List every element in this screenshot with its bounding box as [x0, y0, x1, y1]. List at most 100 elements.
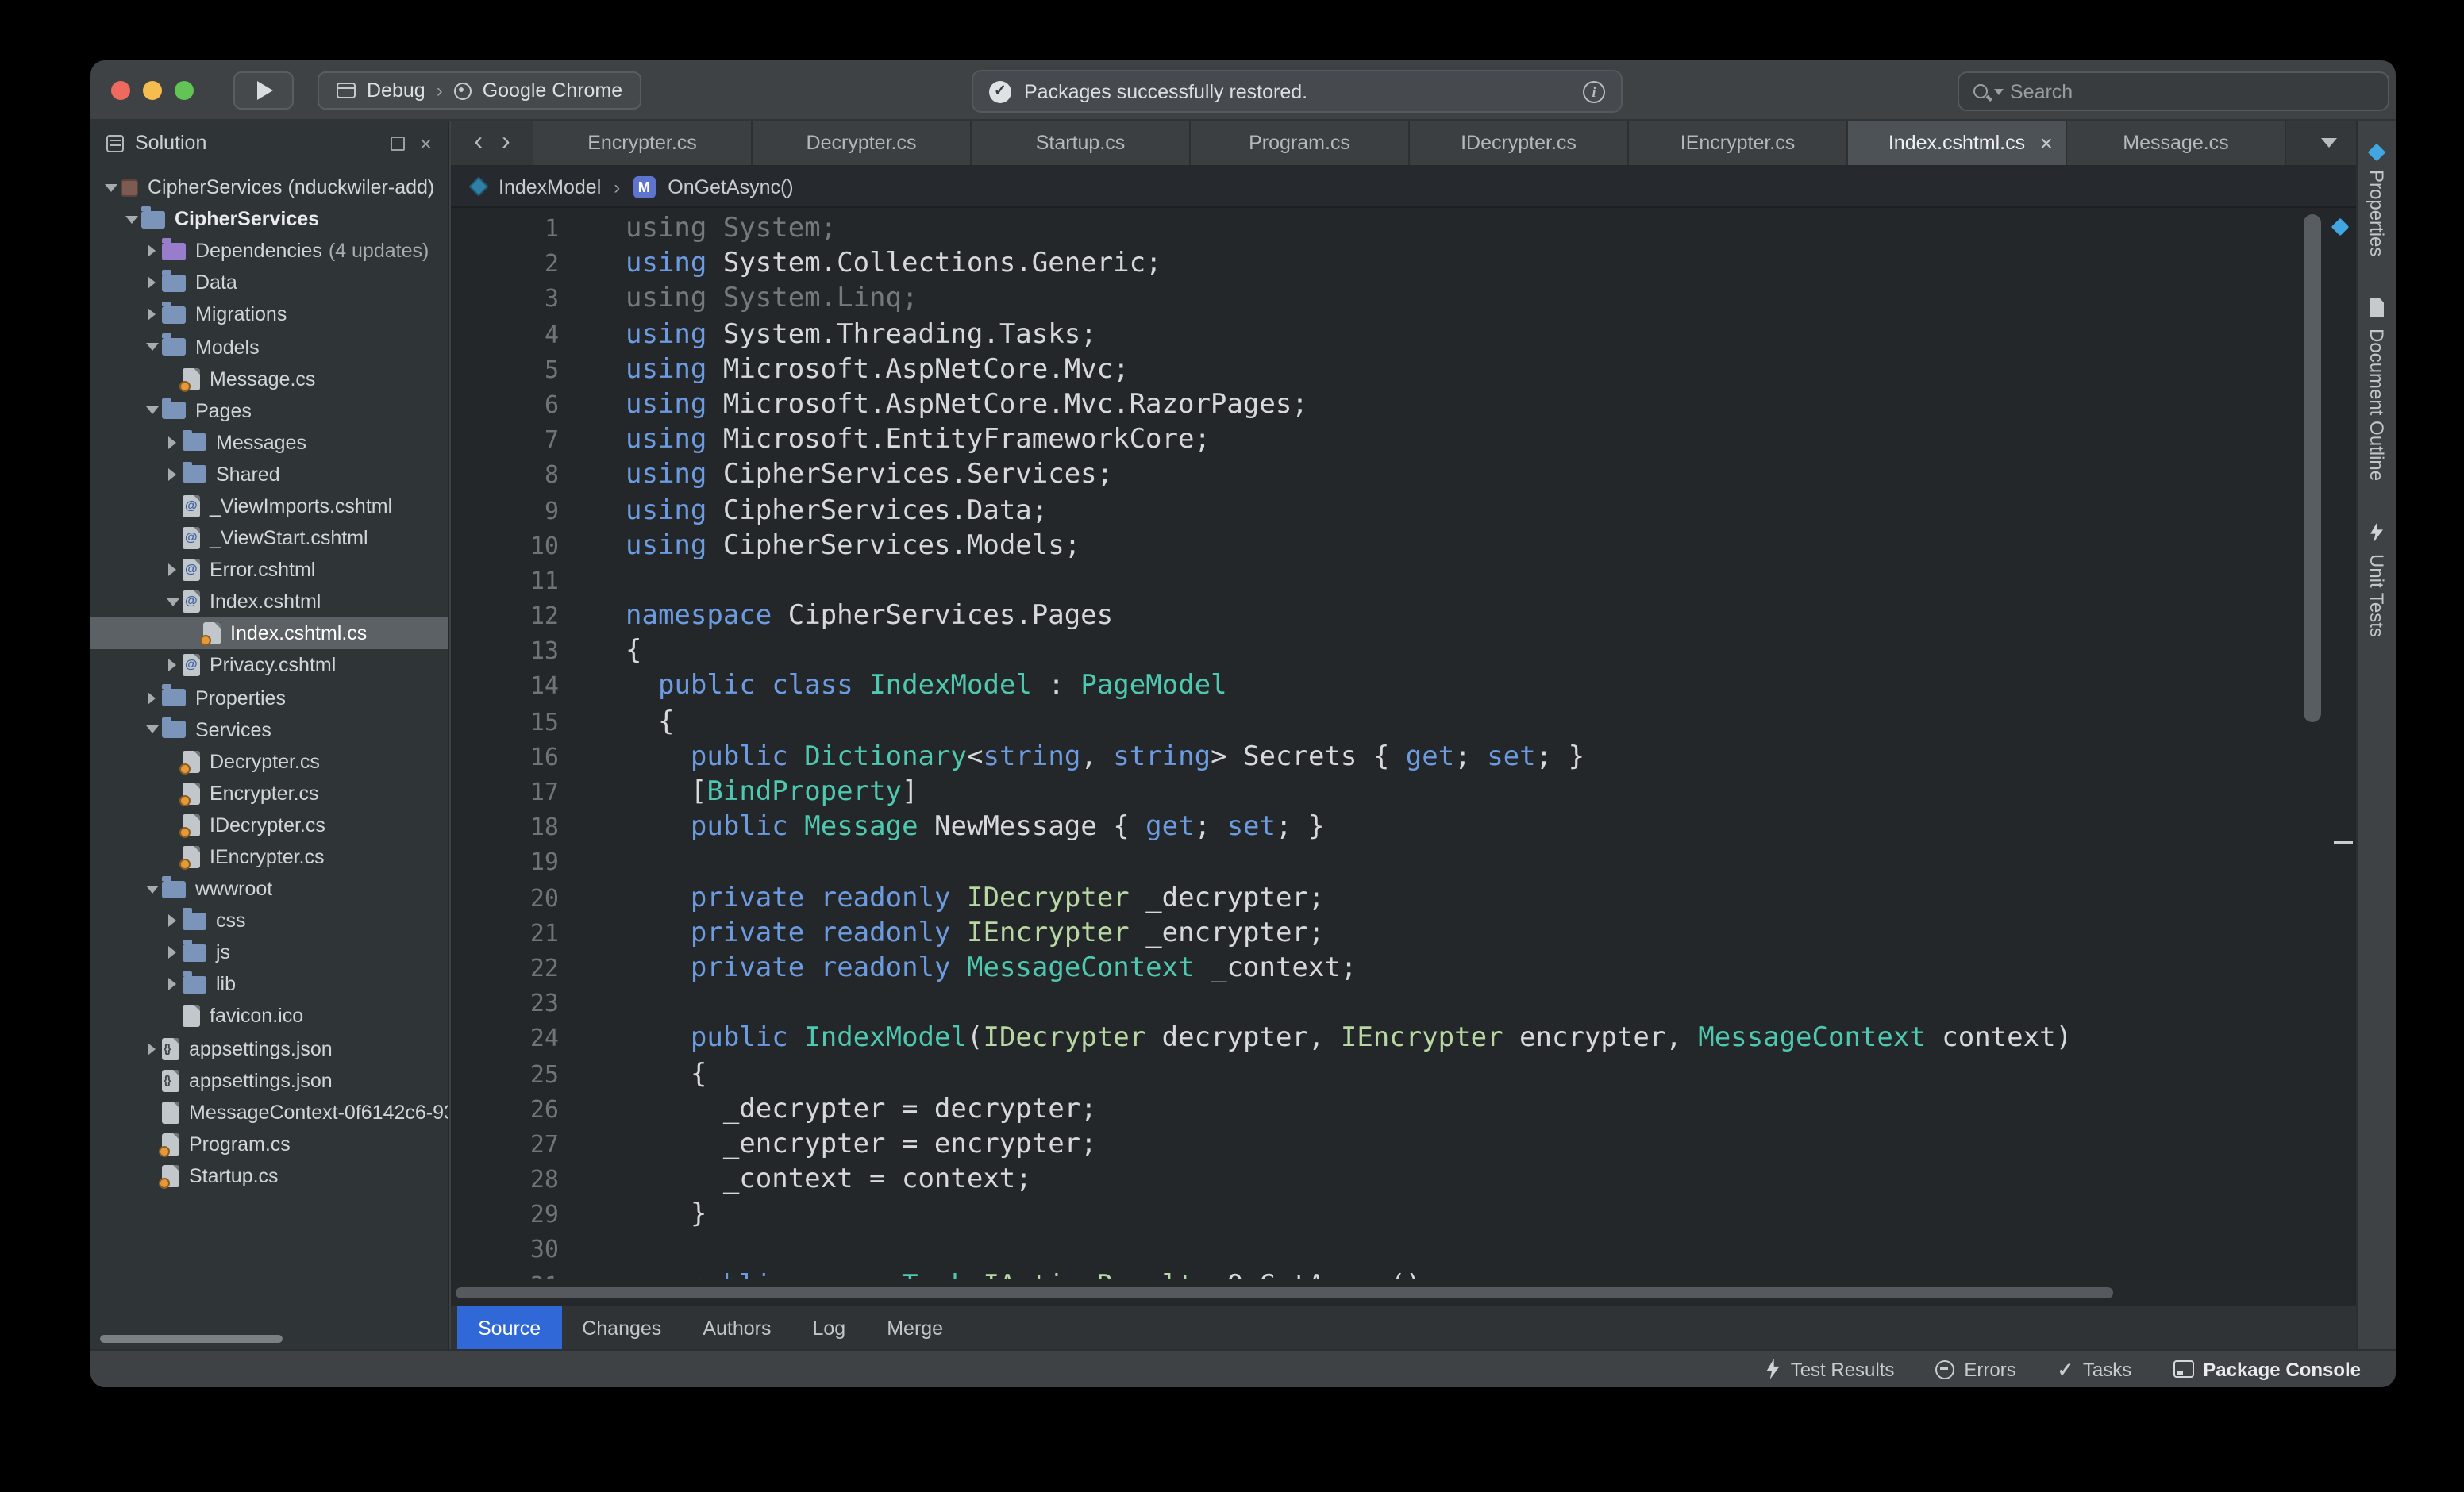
- tree-item-appsettings-json[interactable]: appsettings.json: [90, 1064, 448, 1096]
- chevron-right-icon[interactable]: [162, 468, 183, 481]
- cs-icon: [183, 783, 200, 805]
- tree-item-privacy-cshtml[interactable]: Privacy.cshtml: [90, 650, 448, 682]
- bottom-tab-changes[interactable]: Changes: [561, 1306, 682, 1349]
- chevron-down-icon[interactable]: [141, 406, 162, 414]
- rail-item-unit-tests[interactable]: Unit Tests: [2366, 522, 2388, 637]
- tree-item-lib[interactable]: lib: [90, 969, 448, 1001]
- tab-startup-cs[interactable]: Startup.cs: [972, 121, 1191, 165]
- tree-item-startup-cs[interactable]: Startup.cs: [90, 1160, 448, 1192]
- forward-button[interactable]: ›: [502, 130, 510, 156]
- tree-item-services[interactable]: Services: [90, 713, 448, 745]
- tab-label: Decrypter.cs: [807, 132, 917, 154]
- tree-item-css[interactable]: css: [90, 905, 448, 936]
- vertical-scrollbar[interactable]: [2304, 214, 2321, 722]
- statusbar-errors[interactable]: Errors: [1935, 1358, 2015, 1380]
- run-configuration-selector[interactable]: Debug › Google Chrome: [318, 71, 641, 110]
- tree-item-error-cshtml[interactable]: Error.cshtml: [90, 554, 448, 586]
- tree-item-index-cshtml[interactable]: Index.cshtml: [90, 586, 448, 617]
- close-pad-icon[interactable]: ×: [420, 133, 432, 153]
- chevron-right-icon[interactable]: [141, 1042, 162, 1055]
- chevron-down-icon[interactable]: [141, 885, 162, 893]
- close-icon[interactable]: ×: [2040, 132, 2053, 154]
- chevron-right-icon[interactable]: [162, 979, 183, 991]
- tree-item-cipherservices-nduckwiler-add[interactable]: CipherServices (nduckwiler-add): [90, 171, 448, 203]
- bottom-tab-authors[interactable]: Authors: [682, 1306, 791, 1349]
- statusbar-tasks[interactable]: ✓Tasks: [2058, 1358, 2132, 1380]
- tree-item-label: Encrypter.cs: [210, 783, 319, 805]
- close-window-button[interactable]: [111, 81, 130, 100]
- tree-item-cipherservices[interactable]: CipherServices: [90, 203, 448, 235]
- rail-item-document-outline[interactable]: Document Outline: [2366, 298, 2388, 480]
- bottom-tab-log[interactable]: Log: [792, 1306, 867, 1349]
- chevron-down-icon[interactable]: [141, 725, 162, 733]
- tree-item-messagecontext-0f6142c6-939d[interactable]: MessageContext-0f6142c6-939d-: [90, 1096, 448, 1128]
- code-line: public IndexModel(IDecrypter decrypter, …: [626, 1021, 2356, 1056]
- tab-program-cs[interactable]: Program.cs: [1191, 121, 1410, 165]
- tab-decrypter-cs[interactable]: Decrypter.cs: [753, 121, 972, 165]
- tab-overflow-button[interactable]: [2302, 121, 2356, 165]
- statusbar-package-console[interactable]: Package Console: [2173, 1358, 2361, 1380]
- code-editor[interactable]: 1234567891011121314151617181920212223242…: [451, 208, 2356, 1279]
- tab-message-cs[interactable]: Message.cs: [2067, 121, 2286, 165]
- run-button[interactable]: [233, 71, 294, 110]
- tree-item-favicon-ico[interactable]: favicon.ico: [90, 1001, 448, 1032]
- tree-item-models[interactable]: Models: [90, 331, 448, 363]
- back-button[interactable]: ‹: [474, 130, 483, 156]
- tree-item-data[interactable]: Data: [90, 267, 448, 299]
- tree-item-messages[interactable]: Messages: [90, 427, 448, 459]
- tree-item-encrypter-cs[interactable]: Encrypter.cs: [90, 778, 448, 809]
- horizontal-scrollbar[interactable]: [456, 1287, 2113, 1298]
- chevron-right-icon[interactable]: [141, 244, 162, 257]
- chevron-right-icon[interactable]: [162, 563, 183, 576]
- solution-pad-title: Solution: [135, 132, 206, 154]
- tree-item-decrypter-cs[interactable]: Decrypter.cs: [90, 745, 448, 777]
- chevron-right-icon[interactable]: [162, 436, 183, 449]
- tree-item-dependencies[interactable]: Dependencies(4 updates): [90, 235, 448, 267]
- tree-item-appsettings-json[interactable]: appsettings.json: [90, 1032, 448, 1064]
- tree-item-properties[interactable]: Properties: [90, 682, 448, 713]
- chevron-down-icon[interactable]: [162, 598, 183, 606]
- tab-encrypter-cs[interactable]: Encrypter.cs: [533, 121, 753, 165]
- tree-item-idecrypter-cs[interactable]: IDecrypter.cs: [90, 809, 448, 841]
- breadcrumb-member[interactable]: OnGetAsync(): [668, 175, 793, 198]
- chevron-right-icon[interactable]: [141, 309, 162, 321]
- chevron-down-icon[interactable]: [100, 183, 121, 191]
- chevron-down-icon[interactable]: [141, 343, 162, 351]
- chevron-right-icon[interactable]: [141, 277, 162, 290]
- tree-item-viewimports-cshtml[interactable]: _ViewImports.cshtml: [90, 490, 448, 522]
- rail-item-properties[interactable]: Properties: [2366, 146, 2388, 256]
- bottom-tab-merge[interactable]: Merge: [866, 1306, 964, 1349]
- chevron-right-icon[interactable]: [162, 947, 183, 959]
- code-line: using CipherServices.Services;: [626, 458, 2356, 493]
- chevron-right-icon[interactable]: [162, 659, 183, 672]
- tree-item-migrations[interactable]: Migrations: [90, 299, 448, 331]
- tree-item-wwwroot[interactable]: wwwroot: [90, 873, 448, 905]
- dock-pad-icon[interactable]: [391, 136, 406, 150]
- tree-item-shared[interactable]: Shared: [90, 459, 448, 490]
- search-input[interactable]: [2010, 80, 2374, 102]
- tree-item-program-cs[interactable]: Program.cs: [90, 1129, 448, 1160]
- chevron-down-icon[interactable]: [121, 215, 141, 223]
- sidebar-horizontal-scrollbar[interactable]: [100, 1335, 283, 1343]
- tab-index-cshtml-cs[interactable]: Index.cshtml.cs×: [1848, 121, 2067, 165]
- code-line: [626, 986, 2356, 1021]
- chevron-right-icon[interactable]: [141, 691, 162, 704]
- minimize-window-button[interactable]: [143, 81, 162, 100]
- tab-iencrypter-cs[interactable]: IEncrypter.cs: [1629, 121, 1848, 165]
- search-scope-caret-icon[interactable]: [1994, 88, 2004, 94]
- zoom-window-button[interactable]: [175, 81, 194, 100]
- tree-item-js[interactable]: js: [90, 937, 448, 969]
- bottom-tab-source[interactable]: Source: [457, 1306, 561, 1349]
- chevron-right-icon[interactable]: [162, 914, 183, 927]
- tree-item-message-cs[interactable]: Message.cs: [90, 363, 448, 394]
- tree-item-pages[interactable]: Pages: [90, 394, 448, 426]
- cshtml-icon: [183, 527, 200, 549]
- statusbar: Test Results Errors ✓Tasks Package Console: [90, 1349, 2396, 1387]
- breadcrumb-class[interactable]: IndexModel: [499, 175, 601, 198]
- info-icon[interactable]: i: [1583, 80, 1605, 102]
- tree-item-viewstart-cshtml[interactable]: _ViewStart.cshtml: [90, 522, 448, 554]
- tree-item-iencrypter-cs[interactable]: IEncrypter.cs: [90, 841, 448, 873]
- tab-idecrypter-cs[interactable]: IDecrypter.cs: [1410, 121, 1629, 165]
- statusbar-test-results[interactable]: Test Results: [1765, 1358, 1895, 1380]
- tree-item-index-cshtml-cs[interactable]: Index.cshtml.cs: [90, 618, 448, 650]
